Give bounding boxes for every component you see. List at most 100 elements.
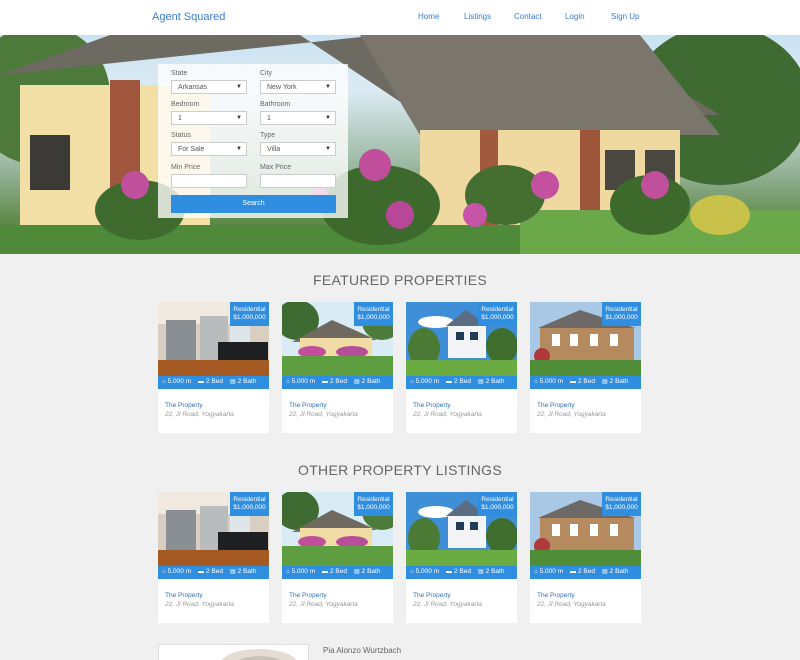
hero-banner: State Arkansas ▼ City New York ▼ Bedroom… xyxy=(0,35,800,254)
area-value: 5.000 m xyxy=(291,378,316,385)
baths-value: 2 Bath xyxy=(485,378,505,385)
area-stat: ⌂ 5.000 m xyxy=(286,568,315,575)
property-tag: Residential $1,000,000 xyxy=(354,302,393,326)
nav-links: Home Listings Contact Login Sign Up xyxy=(0,12,800,26)
caret-down-icon: ▼ xyxy=(236,84,242,90)
property-tag: Residential $1,000,000 xyxy=(230,492,269,516)
bath-icon: ▤ xyxy=(354,569,360,575)
beds-value: 2 Bed xyxy=(330,378,347,385)
property-tag: Residential $1,000,000 xyxy=(602,302,641,326)
property-title-link[interactable]: The Property xyxy=(413,402,451,409)
property-type: Residential xyxy=(605,496,638,503)
property-title-link[interactable]: The Property xyxy=(165,402,203,409)
property-card[interactable]: Residential $1,000,000 ⌂ 5.000 m ▬ 2 Bed ▤… xyxy=(158,302,269,433)
bathroom-label: Bathroom xyxy=(260,101,291,108)
search-button[interactable]: Search xyxy=(171,195,336,213)
property-tag: Residential $1,000,000 xyxy=(354,492,393,516)
property-title-link[interactable]: The Property xyxy=(537,592,575,599)
property-card[interactable]: Residential $1,000,000 ⌂ 5.000 m ▬ 2 Bed ▤… xyxy=(282,492,393,623)
area-stat: ⌂ 5.000 m xyxy=(162,568,191,575)
bath-icon: ▤ xyxy=(354,379,360,385)
bed-icon: ▬ xyxy=(198,379,204,385)
property-card[interactable]: Residential $1,000,000 ⌂ 5.000 m ▬ 2 Bed ▤… xyxy=(406,302,517,433)
state-label: State xyxy=(171,70,188,77)
property-price: $1,000,000 xyxy=(605,314,638,321)
nav-signup-link[interactable]: Sign Up xyxy=(611,12,639,21)
property-type: Residential xyxy=(233,306,266,313)
beds-value: 2 Bed xyxy=(206,378,223,385)
bathroom-select-value: 1 xyxy=(267,115,271,122)
baths-value: 2 Bath xyxy=(361,378,381,385)
property-stats-bar: ⌂ 5.000 m ▬ 2 Bed ▤ 2 Bath xyxy=(530,376,641,389)
type-select-value: Villa xyxy=(267,146,281,153)
property-tag: Residential $1,000,000 xyxy=(478,302,517,326)
property-card[interactable]: Residential $1,000,000 ⌂ 5.000 m ▬ 2 Bed ▤… xyxy=(530,492,641,623)
other-listings-title: OTHER PROPERTY LISTINGS xyxy=(298,462,502,478)
property-price: $1,000,000 xyxy=(357,314,390,321)
beds-stat: ▬ 2 Bed xyxy=(446,568,471,575)
status-select-value: For Sale xyxy=(178,146,205,153)
caret-down-icon: ▼ xyxy=(325,84,331,90)
bedroom-select[interactable]: 1 ▼ xyxy=(171,111,247,125)
min-price-label: Min Price xyxy=(171,164,201,171)
max-price-label: Max Price xyxy=(260,164,292,171)
beds-value: 2 Bed xyxy=(454,378,471,385)
bedroom-label: Bedroom xyxy=(171,101,200,108)
property-price: $1,000,000 xyxy=(233,504,266,511)
home-icon: ⌂ xyxy=(410,379,414,385)
property-stats-bar: ⌂ 5.000 m ▬ 2 Bed ▤ 2 Bath xyxy=(282,376,393,389)
nav-home-link[interactable]: Home xyxy=(418,12,439,21)
beds-value: 2 Bed xyxy=(454,568,471,575)
bath-icon: ▤ xyxy=(478,569,484,575)
property-card[interactable]: Residential $1,000,000 ⌂ 5.000 m ▬ 2 Bed ▤… xyxy=(158,492,269,623)
city-select[interactable]: New York ▼ xyxy=(260,80,336,94)
nav-listings-link[interactable]: Listings xyxy=(464,12,491,21)
baths-stat: ▤ 2 Bath xyxy=(354,378,380,385)
property-price: $1,000,000 xyxy=(233,314,266,321)
baths-stat: ▤ 2 Bath xyxy=(230,568,256,575)
status-select[interactable]: For Sale ▼ xyxy=(171,142,247,156)
city-select-value: New York xyxy=(267,84,297,91)
home-icon: ⌂ xyxy=(534,569,538,575)
area-value: 5.000 m xyxy=(167,378,192,385)
property-address: 22, Jl Road, Yogyakarta xyxy=(537,411,606,418)
state-select[interactable]: Arkansas ▼ xyxy=(171,80,247,94)
property-card[interactable]: Residential $1,000,000 ⌂ 5.000 m ▬ 2 Bed ▤… xyxy=(530,302,641,433)
state-select-value: Arkansas xyxy=(178,84,208,91)
baths-value: 2 Bath xyxy=(609,378,629,385)
property-tag: Residential $1,000,000 xyxy=(478,492,517,516)
nav-login-link[interactable]: Login xyxy=(565,12,585,21)
property-stats-bar: ⌂ 5.000 m ▬ 2 Bed ▤ 2 Bath xyxy=(158,566,269,579)
bathroom-select[interactable]: 1 ▼ xyxy=(260,111,336,125)
caret-down-icon: ▼ xyxy=(236,146,242,152)
status-label: Status xyxy=(171,132,191,139)
property-address: 22, Jl Road, Yogyakarta xyxy=(165,601,234,608)
beds-value: 2 Bed xyxy=(578,568,595,575)
area-value: 5.000 m xyxy=(539,568,564,575)
property-title-link[interactable]: The Property xyxy=(289,402,327,409)
city-label: City xyxy=(260,70,273,77)
area-stat: ⌂ 5.000 m xyxy=(410,378,439,385)
bed-icon: ▬ xyxy=(446,379,452,385)
type-select[interactable]: Villa ▼ xyxy=(260,142,336,156)
property-title-link[interactable]: The Property xyxy=(537,402,575,409)
area-stat: ⌂ 5.000 m xyxy=(534,568,563,575)
beds-value: 2 Bed xyxy=(206,568,223,575)
baths-value: 2 Bath xyxy=(609,568,629,575)
baths-value: 2 Bath xyxy=(361,568,381,575)
property-card[interactable]: Residential $1,000,000 ⌂ 5.000 m ▬ 2 Bed ▤… xyxy=(282,302,393,433)
property-title-link[interactable]: The Property xyxy=(165,592,203,599)
property-card[interactable]: Residential $1,000,000 ⌂ 5.000 m ▬ 2 Bed ▤… xyxy=(406,492,517,623)
max-price-input[interactable] xyxy=(260,174,336,188)
featured-section-title: FEATURED PROPERTIES xyxy=(313,272,487,288)
hero-house-image xyxy=(0,35,800,254)
min-price-input[interactable] xyxy=(171,174,247,188)
agent-photo-card[interactable] xyxy=(158,644,309,660)
nav-contact-link[interactable]: Contact xyxy=(514,12,542,21)
property-price: $1,000,000 xyxy=(481,314,514,321)
property-type: Residential xyxy=(605,306,638,313)
property-title-link[interactable]: The Property xyxy=(413,592,451,599)
bath-icon: ▤ xyxy=(602,379,608,385)
property-title-link[interactable]: The Property xyxy=(289,592,327,599)
agent-photo xyxy=(159,645,308,660)
